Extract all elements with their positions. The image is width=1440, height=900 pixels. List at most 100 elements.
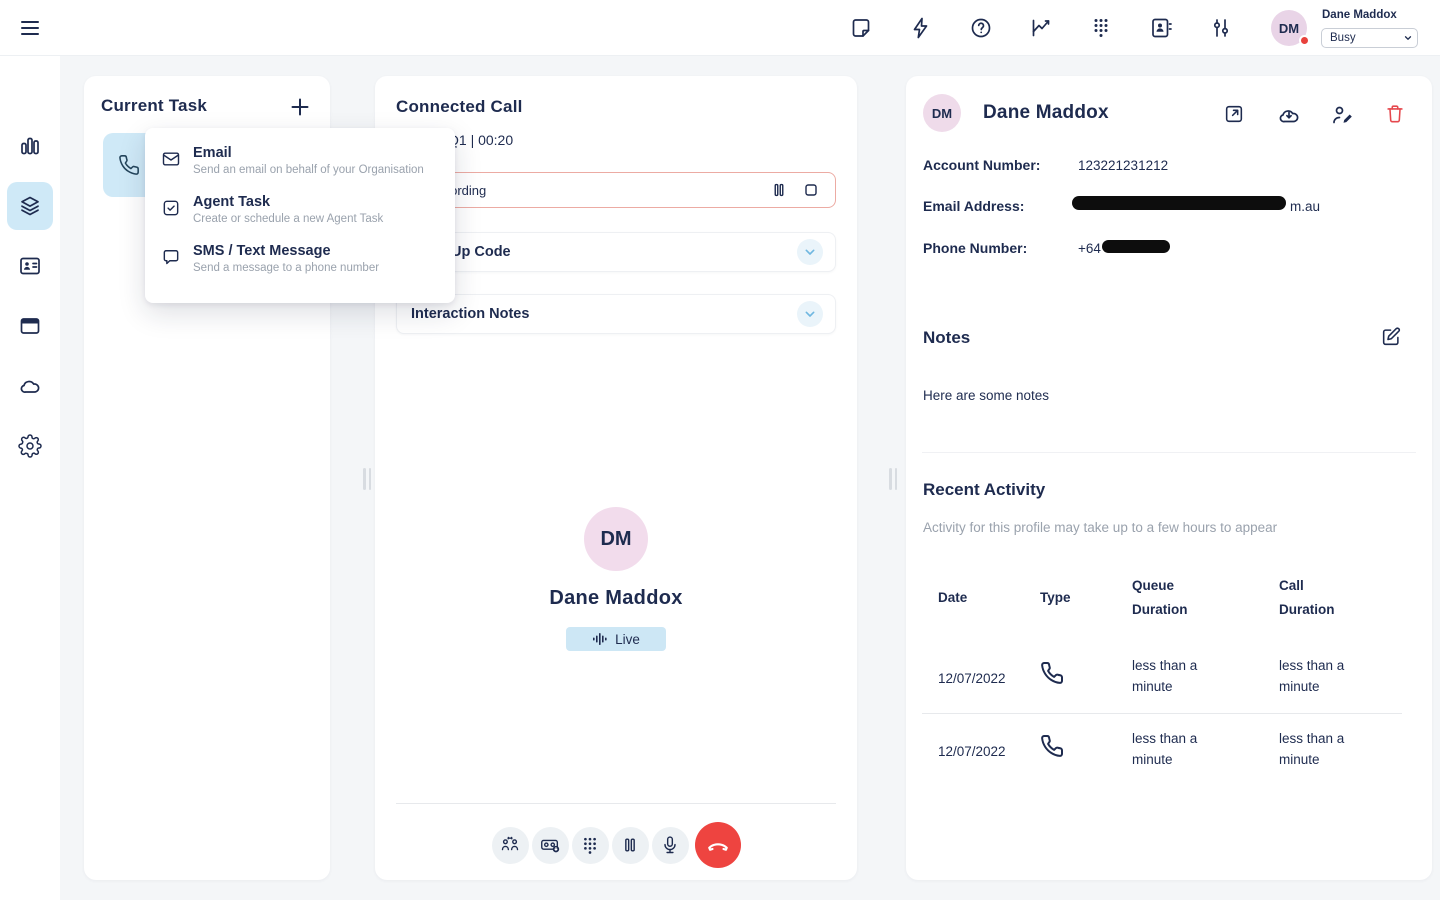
- cloud-download-icon: [1277, 103, 1301, 127]
- call-contact-block: DM Dane Maddox Live: [375, 507, 857, 651]
- section-divider: [922, 452, 1416, 453]
- voicemail-drop-button[interactable]: [532, 827, 569, 864]
- pause-recording-button[interactable]: [769, 180, 789, 200]
- wrap-up-code-accordion[interactable]: Wrap Up Code: [396, 232, 836, 272]
- contact-profile-panel: DM Dane Maddox Account Number: 123221231…: [906, 76, 1432, 880]
- user-edit-icon: [1330, 103, 1354, 127]
- menu-item-email[interactable]: Email Send an email on behalf of your Or…: [145, 136, 455, 185]
- stop-icon: [801, 180, 821, 200]
- quick-actions-button[interactable]: [909, 16, 933, 40]
- col-header-date: Date: [938, 586, 967, 610]
- nav-dashboard[interactable]: [18, 134, 42, 158]
- phone-visible-prefix: +64: [1078, 241, 1101, 256]
- notes-content: Here are some notes: [923, 388, 1049, 403]
- status-dot: [1299, 35, 1310, 46]
- menu-item-description: Send an email on behalf of your Organisa…: [193, 164, 424, 176]
- notes-tool-button[interactable]: [849, 16, 873, 40]
- lightning-icon: [909, 16, 933, 40]
- col-header-queue-duration: Queue Duration: [1132, 574, 1202, 623]
- sliders-icon: [1209, 16, 1233, 40]
- contact-book-icon: [1149, 16, 1173, 40]
- chevron-down-icon: [802, 244, 818, 260]
- trash-icon: [1384, 103, 1406, 125]
- dialpad-button[interactable]: [1089, 16, 1113, 40]
- wrap-up-code-label: Wrap Up Code: [411, 244, 797, 260]
- col-header-type: Type: [1040, 586, 1071, 610]
- transfer-call-button[interactable]: [492, 827, 529, 864]
- recent-activity-subtitle: Activity for this profile may take up to…: [923, 520, 1277, 535]
- call-type-icon: [1040, 734, 1064, 758]
- col-header-call-duration: Call Duration: [1279, 574, 1349, 623]
- mute-button[interactable]: [652, 827, 689, 864]
- controls-divider: [396, 803, 836, 804]
- end-call-button[interactable]: [695, 822, 741, 868]
- interaction-notes-label: Interaction Notes: [411, 306, 797, 322]
- dialpad-control-button[interactable]: [572, 827, 609, 864]
- new-task-menu: Email Send an email on behalf of your Or…: [145, 128, 455, 303]
- contacts-directory-button[interactable]: [1149, 16, 1173, 40]
- row-date: 12/07/2022: [938, 669, 1006, 690]
- chevron-bg: [797, 301, 823, 327]
- hold-call-button[interactable]: [612, 827, 649, 864]
- panel-resize-handle-right[interactable]: [889, 468, 898, 490]
- pause-icon: [620, 835, 640, 855]
- settings-filters-button[interactable]: [1209, 16, 1233, 40]
- nav-contacts[interactable]: [18, 254, 42, 278]
- call-contact-avatar: DM: [584, 507, 648, 571]
- recent-activity-title: Recent Activity: [923, 480, 1045, 500]
- cloud-icon: [18, 374, 42, 398]
- queue-and-timer: Q1 | 00:20: [448, 132, 513, 148]
- hangup-phone-icon: [705, 832, 731, 858]
- menu-item-description: Send a message to a phone number: [193, 262, 379, 274]
- chevron-bg: [797, 239, 823, 265]
- gear-icon: [18, 434, 42, 458]
- chat-bubble-icon: [161, 247, 181, 267]
- stop-recording-button[interactable]: [801, 180, 821, 200]
- menu-item-title: Email: [193, 145, 424, 161]
- help-button[interactable]: [969, 16, 993, 40]
- row-date: 12/07/2022: [938, 742, 1006, 763]
- call-type-icon: [1040, 661, 1064, 685]
- add-task-button[interactable]: [288, 95, 312, 119]
- delete-contact-button[interactable]: [1384, 103, 1406, 125]
- contact-card-icon: [18, 254, 42, 278]
- live-label: Live: [615, 632, 640, 647]
- voicemail-icon: [539, 834, 561, 856]
- menu-item-description: Create or schedule a new Agent Task: [193, 213, 383, 225]
- transfer-icon: [499, 834, 521, 856]
- dialpad-icon: [1089, 16, 1113, 40]
- nav-settings[interactable]: [18, 434, 42, 458]
- current-task-title: Current Task: [101, 96, 207, 116]
- edit-notes-button[interactable]: [1380, 326, 1402, 348]
- left-nav-rail: [0, 56, 60, 900]
- row-call-duration: less than a minute: [1279, 656, 1374, 698]
- status-select[interactable]: Busy: [1321, 28, 1418, 48]
- edit-note-icon: [1380, 326, 1402, 348]
- nav-tasks[interactable]: [18, 194, 42, 218]
- call-avatar-initials: DM: [600, 528, 631, 551]
- panel-resize-handle-left[interactable]: [363, 468, 372, 490]
- menu-item-sms[interactable]: SMS / Text Message Send a message to a p…: [145, 234, 455, 283]
- analytics-button[interactable]: [1029, 16, 1053, 40]
- nav-workspace[interactable]: [18, 314, 42, 338]
- account-number-value: 123221231212: [1078, 158, 1168, 173]
- edit-contact-button[interactable]: [1330, 103, 1352, 125]
- hamburger-menu-button[interactable]: [18, 16, 42, 40]
- phone-label: Phone Number:: [923, 240, 1027, 256]
- row-queue-duration: less than a minute: [1132, 729, 1227, 771]
- contact-name: Dane Maddox: [983, 102, 1109, 124]
- row-divider: [922, 713, 1402, 714]
- open-profile-button[interactable]: [1223, 103, 1245, 125]
- interaction-notes-accordion[interactable]: Interaction Notes: [396, 294, 836, 334]
- menu-item-agent-task[interactable]: Agent Task Create or schedule a new Agen…: [145, 185, 455, 234]
- call-contact-name: Dane Maddox: [549, 587, 682, 610]
- phone-icon: [118, 154, 140, 176]
- chevron-down-icon: [802, 306, 818, 322]
- email-label: Email Address:: [923, 198, 1024, 214]
- download-profile-button[interactable]: [1277, 103, 1299, 125]
- note-icon: [849, 16, 873, 40]
- row-queue-duration: less than a minute: [1132, 656, 1227, 698]
- phone-redaction-bar: [1102, 240, 1170, 253]
- notes-title: Notes: [923, 328, 970, 348]
- nav-cloud[interactable]: [18, 374, 42, 398]
